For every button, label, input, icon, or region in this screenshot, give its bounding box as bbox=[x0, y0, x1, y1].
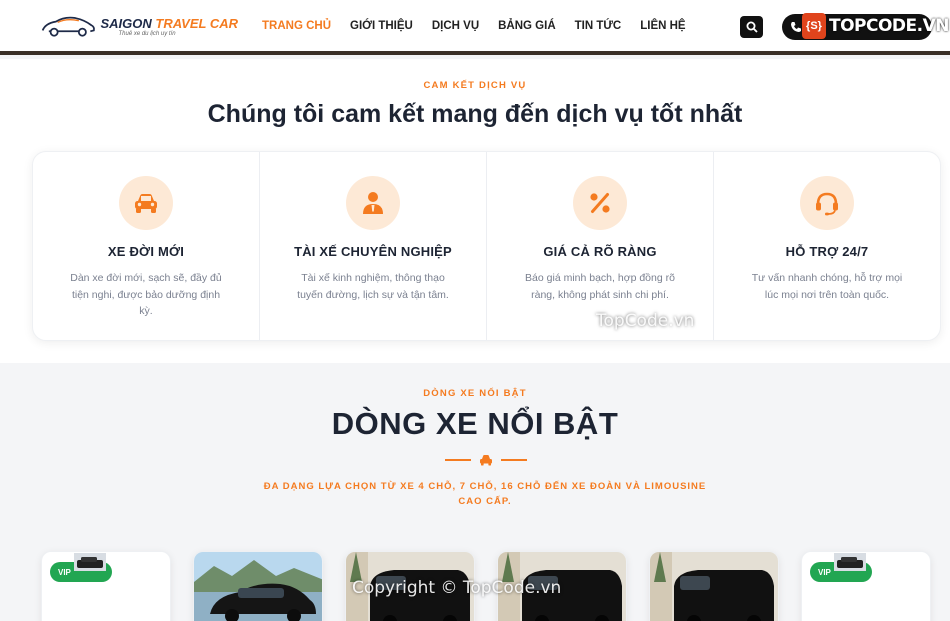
brand-name-1: SAIGON bbox=[100, 15, 152, 31]
commitment-title: Chúng tôi cam kết mang đến dịch vụ tốt n… bbox=[207, 100, 743, 128]
divider-line bbox=[445, 459, 471, 461]
site-logo[interactable]: SAIGON TRAVEL CAR Thuê xe du lịch uy tín bbox=[40, 2, 238, 50]
car-lines-eyebrow: DÒNG XE NỔI BẬT bbox=[423, 388, 527, 399]
commitment-card-drivers: TÀI XẾ CHUYÊN NGHIỆP Tài xế kinh nghiệm,… bbox=[260, 152, 487, 340]
topcode-badge-text: TOPCODE.VN bbox=[829, 16, 950, 36]
percent-icon bbox=[590, 193, 610, 213]
vip-badge-label: VIP bbox=[58, 567, 71, 577]
divider-line bbox=[501, 459, 527, 461]
nav-item-home[interactable]: TRANG CHỦ bbox=[262, 20, 331, 32]
nav-item-services[interactable]: DỊCH VỤ bbox=[432, 20, 479, 32]
car-card-van-3[interactable] bbox=[649, 551, 779, 621]
car-lines-subtitle: ĐA DẠNG LỰA CHỌN TỪ XE 4 CHỖ, 7 CHỖ, 16 … bbox=[263, 481, 707, 507]
driver-icon-circle bbox=[346, 176, 400, 230]
nav-item-pricing[interactable]: BẢNG GIÁ bbox=[498, 20, 556, 32]
car-icon-circle bbox=[119, 176, 173, 230]
card-desc: Tài xế kinh nghiệm, thông thạo tuyến đườ… bbox=[297, 272, 449, 301]
car-logo-icon bbox=[41, 16, 95, 37]
topcode-badge: {S} TOPCODE.VN bbox=[802, 12, 950, 40]
nav-item-news[interactable]: TIN TỨC bbox=[575, 20, 622, 32]
commitment-card-new-cars: XE ĐỜI MỚI Dàn xe đời mới, sạch sẽ, đầy … bbox=[33, 152, 260, 340]
topcode-shield-logo: {S} bbox=[802, 13, 826, 39]
commitment-eyebrow: CAM KẾT DỊCH VỤ bbox=[423, 80, 527, 91]
headset-icon bbox=[816, 192, 838, 216]
section-divider bbox=[445, 453, 527, 467]
site-header: SAIGON TRAVEL CAR Thuê xe du lịch uy tín… bbox=[0, 0, 950, 55]
brand-tagline: Thuê xe du lịch uy tín bbox=[118, 30, 176, 37]
car-icon bbox=[135, 194, 157, 213]
search-button[interactable] bbox=[740, 16, 763, 38]
watermark-center: TopCode.vn bbox=[596, 311, 695, 331]
card-title: TÀI XẾ CHUYÊN NGHIỆP bbox=[294, 244, 452, 259]
phone-icon bbox=[791, 22, 801, 32]
main-nav: TRANG CHỦ GIỚI THIỆU DỊCH VỤ BẢNG GIÁ TI… bbox=[262, 20, 705, 32]
van-photo bbox=[650, 552, 778, 621]
percent-icon-circle bbox=[573, 176, 627, 230]
car-card-vip-2[interactable]: VIP bbox=[801, 551, 931, 621]
car-lines-title: DÒNG XE NỔI BẬT bbox=[331, 406, 619, 441]
headset-icon-circle bbox=[800, 176, 854, 230]
card-desc: Báo giá minh bạch, hợp đồng rõ ràng, khô… bbox=[525, 272, 675, 301]
nav-item-about[interactable]: GIỚI THIỆU bbox=[350, 20, 413, 32]
card-desc: Tư vấn nhanh chóng, hỗ trợ mọi lúc mọi n… bbox=[751, 272, 903, 301]
car-card-vip-1[interactable]: VIP bbox=[41, 551, 171, 621]
sedan-photo bbox=[194, 552, 322, 621]
vip-badge-label: VIP bbox=[818, 567, 831, 577]
driver-icon bbox=[363, 192, 383, 214]
car-thumbnail bbox=[74, 553, 106, 571]
card-title: XE ĐỜI MỚI bbox=[107, 244, 185, 259]
car-divider-icon bbox=[480, 455, 492, 466]
card-desc: Dàn xe đời mới, sạch sẽ, đầy đủ tiện ngh… bbox=[70, 272, 222, 317]
nav-item-contact[interactable]: LIÊN HỆ bbox=[640, 20, 685, 32]
commitment-cards: XE ĐỜI MỚI Dàn xe đời mới, sạch sẽ, đầy … bbox=[32, 151, 941, 341]
search-icon bbox=[746, 21, 758, 33]
watermark-bottom: Copyright © TopCode.vn bbox=[352, 578, 562, 598]
card-title: GIÁ CẢ RÕ RÀNG bbox=[543, 244, 657, 259]
car-card-sedan[interactable] bbox=[193, 551, 323, 621]
card-title: HỖ TRỢ 24/7 bbox=[785, 244, 869, 259]
commitment-section: CAM KẾT DỊCH VỤ Chúng tôi cam kết mang đ… bbox=[0, 59, 950, 363]
car-thumbnail bbox=[834, 553, 866, 571]
brand-name-2: TRAVEL CAR bbox=[155, 15, 238, 31]
commitment-card-support: HỖ TRỢ 24/7 Tư vấn nhanh chóng, hỗ trợ m… bbox=[714, 152, 940, 340]
